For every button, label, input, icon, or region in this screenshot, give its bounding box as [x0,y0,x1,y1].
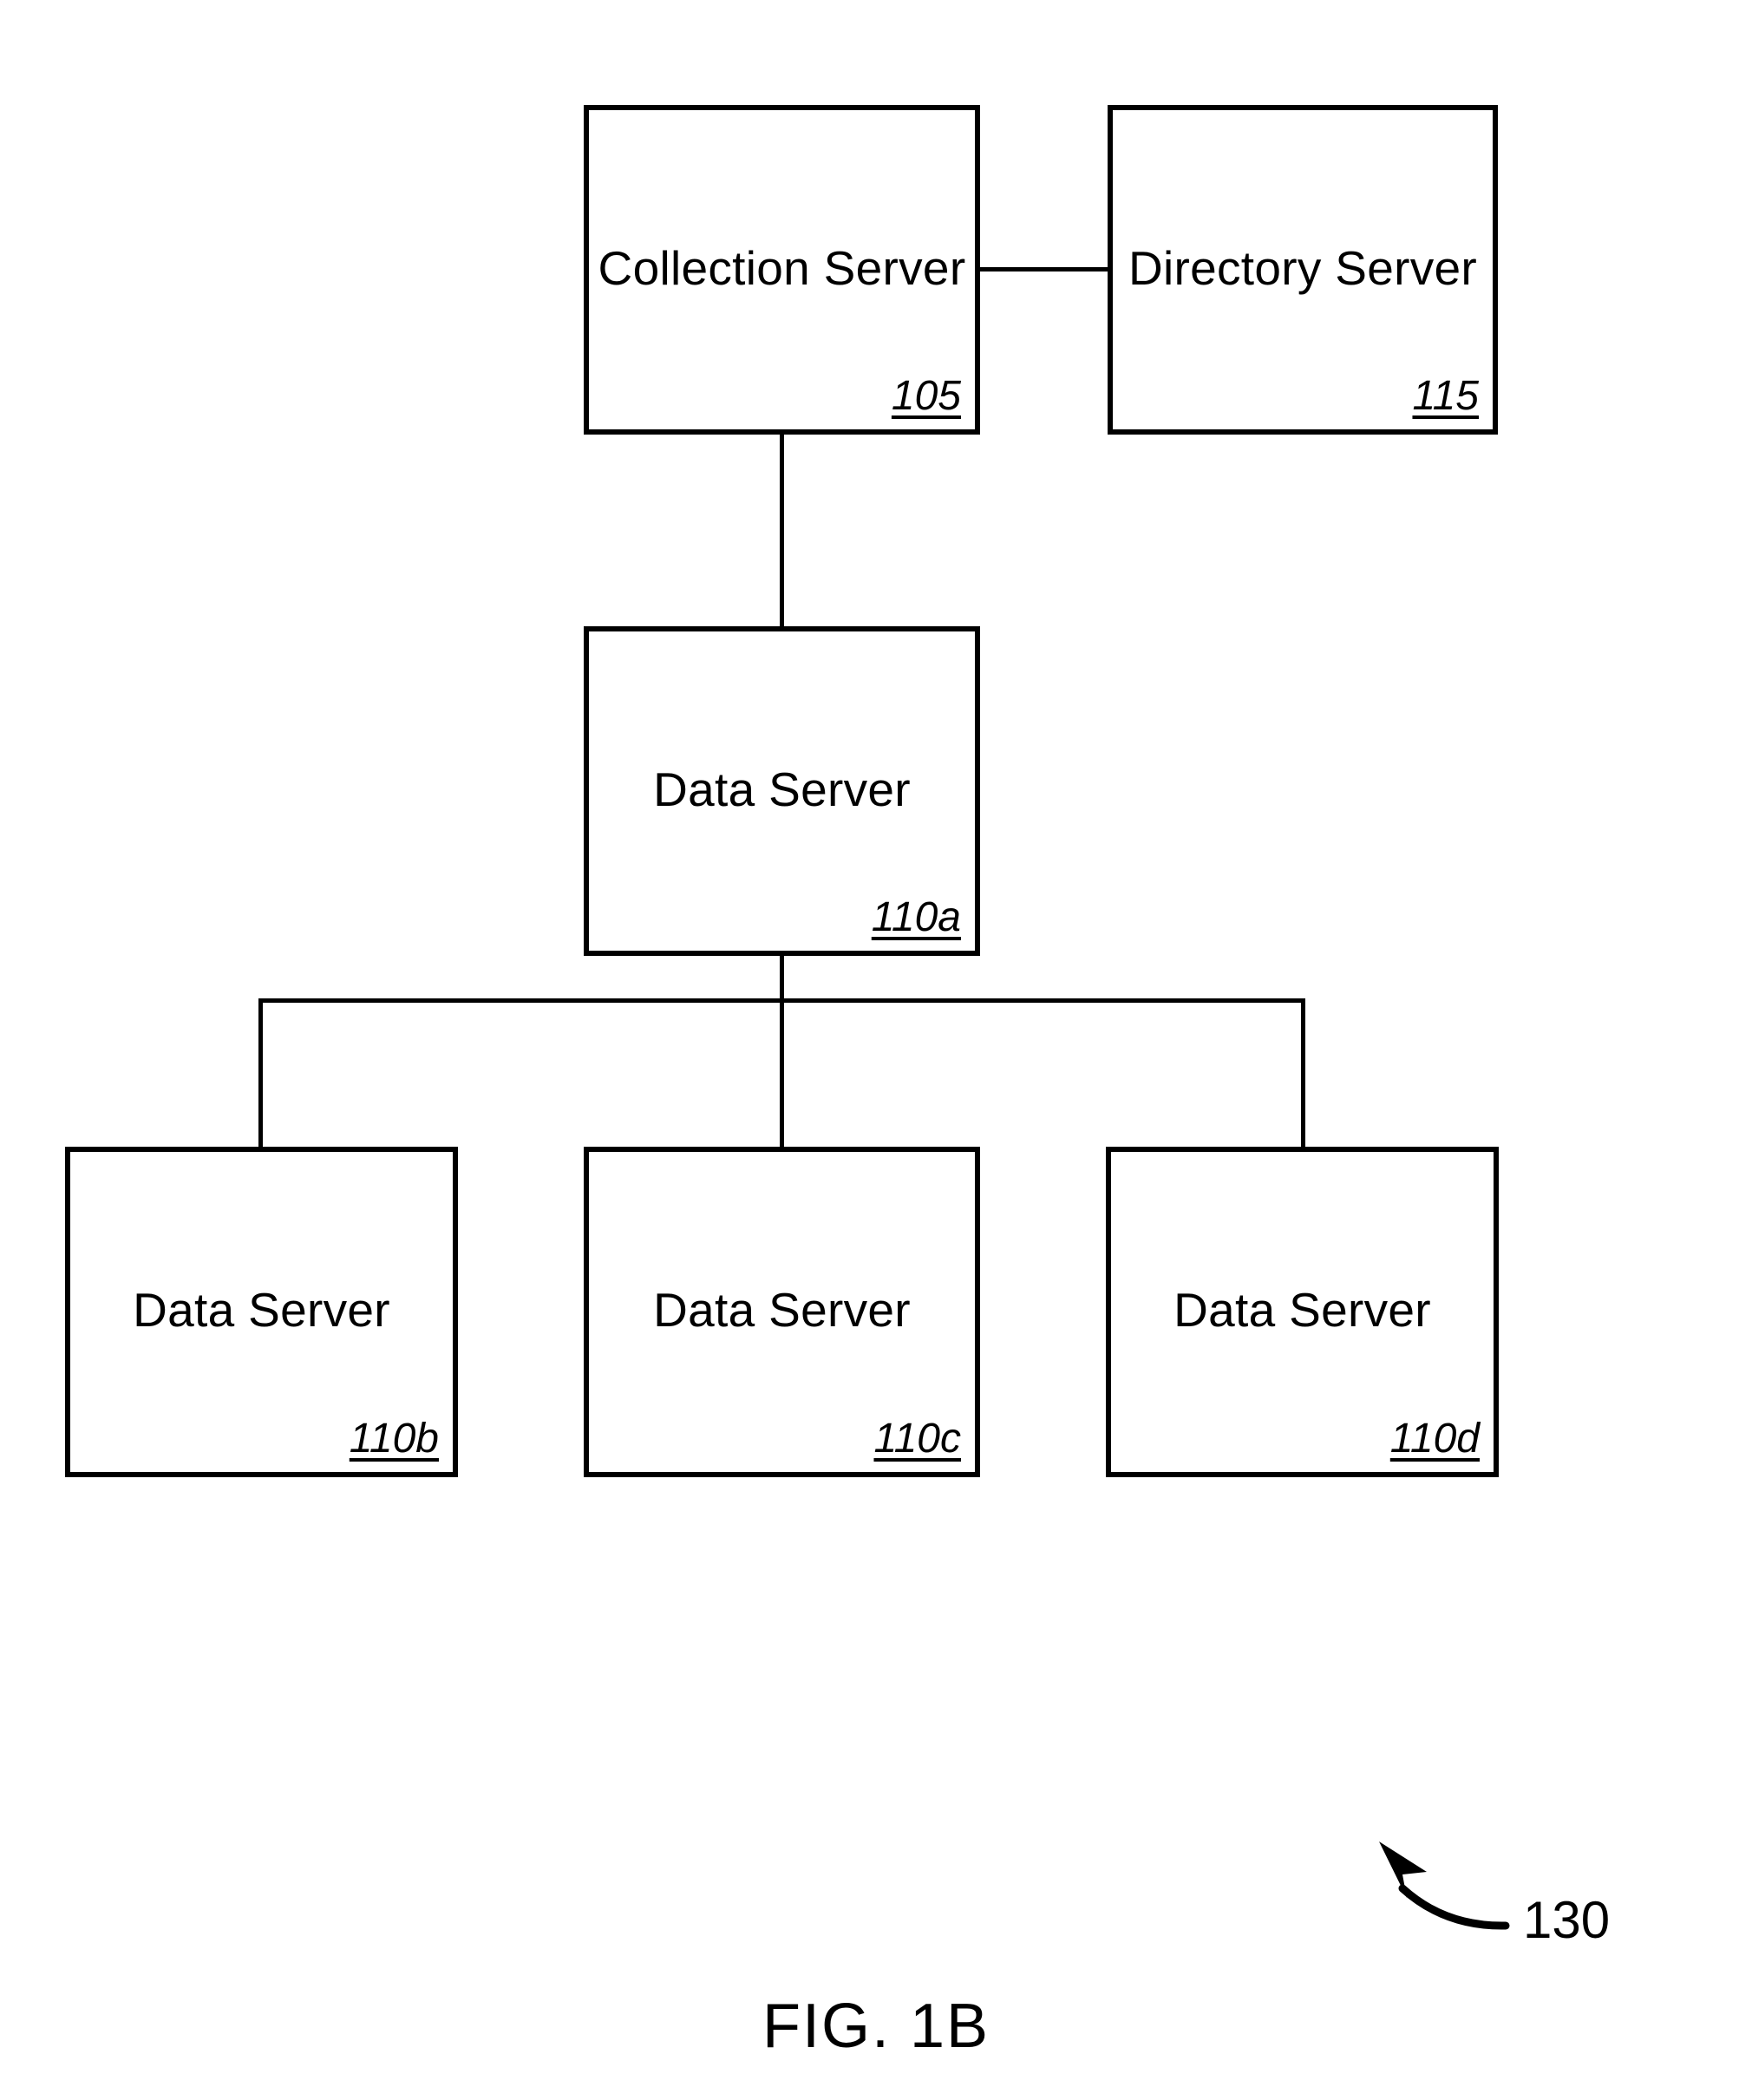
figure-callout-number: 130 [1523,1891,1611,1949]
connector-data-server-a-to-bus [780,952,784,1003]
node-data-server-c-label: Data Server [653,1283,911,1337]
node-data-server-b[interactable]: Data Server 110b [65,1147,458,1477]
node-directory-server-reference-numeral: 115 [1412,373,1479,419]
node-data-server-c-reference-numeral: 110c [873,1416,961,1462]
node-collection-server-reference-numeral: 105 [891,373,961,419]
connector-bus-to-data-server-d [1301,998,1305,1150]
figure-caption: FIG. 1B [762,1992,990,2061]
node-directory-server-label: Directory Server [1128,241,1478,295]
connector-bus-to-data-server-b [258,998,263,1150]
node-collection-server-label: Collection Server [598,241,966,295]
node-data-server-b-label: Data Server [133,1283,390,1337]
node-data-server-a-reference-numeral: 110a [871,894,961,940]
connector-collection-to-directory [977,267,1111,271]
connector-collection-to-data-server-a [780,431,784,629]
node-data-server-d-reference-numeral: 110d [1389,1416,1480,1462]
node-data-server-c[interactable]: Data Server 110c [584,1147,980,1477]
figure-callout-arrow-icon [1379,1842,1510,1930]
figure-canvas: Collection Server 105 Directory Server 1… [0,0,1752,2100]
node-data-server-a-label: Data Server [653,762,911,816]
node-directory-server[interactable]: Directory Server 115 [1108,105,1498,435]
node-data-server-b-reference-numeral: 110b [349,1416,439,1462]
node-data-server-d[interactable]: Data Server 110d [1106,1147,1499,1477]
node-collection-server[interactable]: Collection Server 105 [584,105,980,435]
node-data-server-a[interactable]: Data Server 110a [584,626,980,956]
connector-bus-to-data-server-c [780,998,784,1150]
node-data-server-d-label: Data Server [1173,1283,1431,1337]
